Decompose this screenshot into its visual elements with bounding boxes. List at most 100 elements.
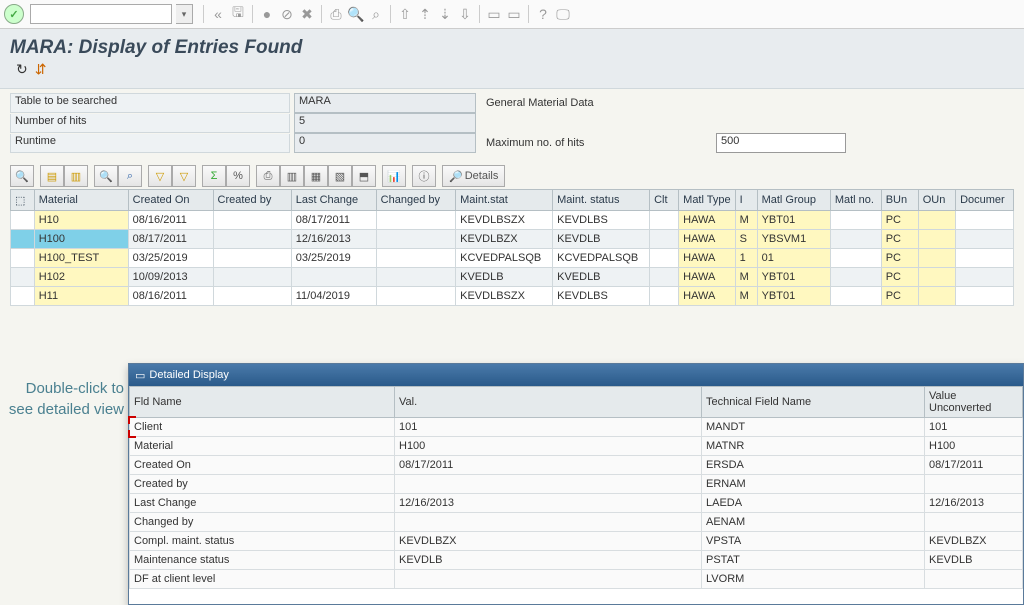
table-cell[interactable]: YBSVM1 xyxy=(757,230,830,249)
detail-val[interactable]: 12/16/2013 xyxy=(395,494,702,513)
table-cell[interactable]: H102 xyxy=(34,268,128,287)
table-cell[interactable]: 12/16/2013 xyxy=(291,230,376,249)
alv-subtotal-icon[interactable]: % xyxy=(226,165,250,187)
table-cell[interactable] xyxy=(918,249,955,268)
table-cell[interactable] xyxy=(213,230,291,249)
table-cell[interactable]: YBT01 xyxy=(757,287,830,306)
detail-row[interactable]: Changed byAENAM xyxy=(130,513,1023,532)
table-cell[interactable]: H10 xyxy=(34,211,128,230)
detail-col-unconv[interactable]: Value Unconverted xyxy=(925,387,1023,418)
detail-fldname[interactable]: Maintenance status xyxy=(130,551,395,570)
table-cell[interactable] xyxy=(213,268,291,287)
grid-col-maintstat[interactable]: Maint.stat xyxy=(456,190,553,211)
firstpage-icon[interactable]: ⇧ xyxy=(395,4,415,24)
layout-icon[interactable]: 🖵 xyxy=(553,4,573,24)
detail-fldname[interactable]: Client xyxy=(130,418,395,437)
table-cell[interactable]: YBT01 xyxy=(757,211,830,230)
table-cell[interactable]: H11 xyxy=(34,287,128,306)
table-cell[interactable]: HAWA xyxy=(679,211,736,230)
table-cell[interactable] xyxy=(376,268,455,287)
grid-col-oun[interactable]: OUn xyxy=(918,190,955,211)
table-cell[interactable]: 1 xyxy=(735,249,757,268)
detail-fldname[interactable]: Material xyxy=(130,437,395,456)
alv-filter2-icon[interactable]: ▽ xyxy=(172,165,196,187)
grid-col-doc[interactable]: Documer xyxy=(956,190,1014,211)
table-cell[interactable] xyxy=(650,211,679,230)
grid-col-i[interactable]: I xyxy=(735,190,757,211)
table-cell[interactable]: KCVEDPALSQB xyxy=(553,249,650,268)
detail-unconv[interactable]: 12/16/2013 xyxy=(925,494,1023,513)
grid-col-lastchange[interactable]: Last Change xyxy=(291,190,376,211)
lastpage-icon[interactable]: ⇩ xyxy=(455,4,475,24)
detail-tech[interactable]: LVORM xyxy=(702,570,925,589)
detail-unconv[interactable]: KEVDLBZX xyxy=(925,532,1023,551)
row-selector[interactable] xyxy=(11,287,35,306)
alv-sum-icon[interactable]: Σ xyxy=(202,165,226,187)
alv-export-icon[interactable]: ▥ xyxy=(280,165,304,187)
table-cell[interactable]: S xyxy=(735,230,757,249)
detail-tech[interactable]: LAEDA xyxy=(702,494,925,513)
table-cell[interactable]: 08/16/2011 xyxy=(128,211,213,230)
table-cell[interactable]: M xyxy=(735,268,757,287)
detail-col-fld[interactable]: Fld Name xyxy=(130,387,395,418)
detail-unconv[interactable]: 101 xyxy=(925,418,1023,437)
refresh-icon[interactable]: ↻ xyxy=(16,61,28,77)
shortcut-icon[interactable]: ▭ xyxy=(504,4,524,24)
detail-val[interactable]: KEVDLB xyxy=(395,551,702,570)
maxhits-field[interactable]: 500 xyxy=(716,133,846,153)
grid-col-select[interactable]: ⬚ xyxy=(11,190,35,211)
table-cell[interactable]: 08/17/2011 xyxy=(128,230,213,249)
detail-tech[interactable]: PSTAT xyxy=(702,551,925,570)
detail-unconv[interactable]: H100 xyxy=(925,437,1023,456)
table-cell[interactable]: HAWA xyxy=(679,268,736,287)
table-cell[interactable]: KEVDLBS xyxy=(553,287,650,306)
detail-col-val[interactable]: Val. xyxy=(395,387,702,418)
table-cell[interactable]: M xyxy=(735,287,757,306)
grid-col-maintstatus[interactable]: Maint. status xyxy=(553,190,650,211)
detail-row[interactable]: Created On08/17/2011ERSDA08/17/2011 xyxy=(130,456,1023,475)
table-cell[interactable] xyxy=(650,287,679,306)
table-cell[interactable] xyxy=(918,211,955,230)
table-cell[interactable] xyxy=(956,287,1014,306)
detail-row[interactable]: Created byERNAM xyxy=(130,475,1023,494)
detail-val[interactable]: 101 xyxy=(395,418,702,437)
table-cell[interactable] xyxy=(650,249,679,268)
table-cell[interactable]: KEVDLBS xyxy=(553,211,650,230)
table-cell[interactable] xyxy=(376,287,455,306)
table-cell[interactable]: PC xyxy=(881,249,918,268)
row-selector[interactable] xyxy=(11,230,35,249)
table-cell[interactable]: KVEDLB xyxy=(456,268,553,287)
table-cell[interactable]: HAWA xyxy=(679,249,736,268)
table-cell[interactable] xyxy=(830,249,881,268)
detail-fldname[interactable]: Last Change xyxy=(130,494,395,513)
detail-tech[interactable]: VPSTA xyxy=(702,532,925,551)
detail-fldname[interactable]: Created On xyxy=(130,456,395,475)
detail-titlebar[interactable]: ▭ Detailed Display xyxy=(129,364,1023,386)
grid-col-createdon[interactable]: Created On xyxy=(128,190,213,211)
detail-val[interactable] xyxy=(395,513,702,532)
save-icon[interactable]: 🖫 xyxy=(228,4,248,24)
alv-word-icon[interactable]: ▧ xyxy=(328,165,352,187)
newsession-icon[interactable]: ▭ xyxy=(484,4,504,24)
table-cell[interactable] xyxy=(650,268,679,287)
find-icon[interactable]: 🔍 xyxy=(346,4,366,24)
table-cell[interactable] xyxy=(376,249,455,268)
findnext-icon[interactable]: ⌕ xyxy=(366,4,386,24)
grid-col-matlgroup[interactable]: Matl Group xyxy=(757,190,830,211)
table-cell[interactable]: HAWA xyxy=(679,230,736,249)
alv-print-icon[interactable]: ⎙ xyxy=(256,165,280,187)
alv-info-icon[interactable]: ⓘ xyxy=(412,165,436,187)
table-cell[interactable]: KEVDLBZX xyxy=(456,230,553,249)
alv-sortdesc-icon[interactable]: ▥ xyxy=(64,165,88,187)
table-cell[interactable] xyxy=(956,249,1014,268)
nextpage-icon[interactable]: ⇣ xyxy=(435,4,455,24)
table-cell[interactable]: PC xyxy=(881,268,918,287)
variant-icon[interactable]: ⇵ xyxy=(35,61,47,77)
table-cell[interactable]: YBT01 xyxy=(757,268,830,287)
alv-details-icon[interactable]: 🔍 xyxy=(10,165,34,187)
prevpage-icon[interactable]: ⇡ xyxy=(415,4,435,24)
table-cell[interactable]: KCVEDPALSQB xyxy=(456,249,553,268)
alv-details-button[interactable]: 🔎Details xyxy=(442,165,505,187)
command-field[interactable] xyxy=(30,4,172,24)
detail-tech[interactable]: MANDT xyxy=(702,418,925,437)
